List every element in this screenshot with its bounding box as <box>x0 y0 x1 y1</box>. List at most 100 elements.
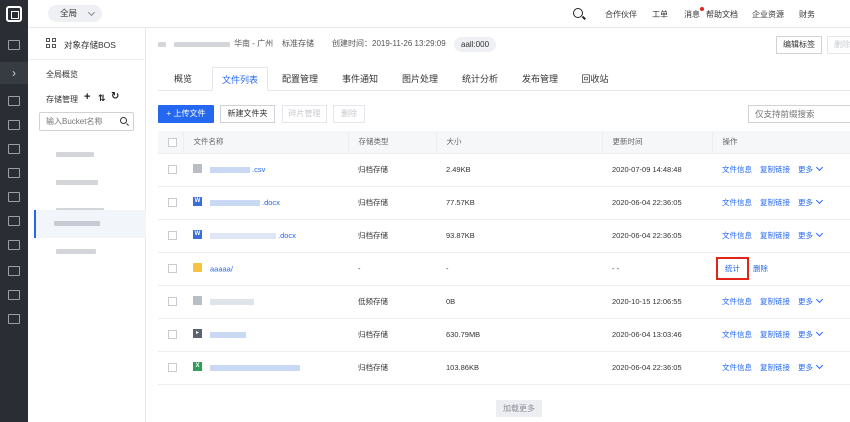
file-name-link[interactable]: .docx <box>210 231 296 240</box>
add-bucket-icon[interactable]: + <box>84 91 90 103</box>
more-menu[interactable]: 更多 <box>798 231 813 240</box>
storage-icon[interactable] <box>8 144 20 154</box>
nav-finance[interactable]: 财务 <box>799 9 815 20</box>
nav-partners[interactable]: 合作伙伴 <box>605 9 637 20</box>
nav-tickets[interactable]: 工单 <box>652 9 668 20</box>
chevron-down-icon[interactable] <box>815 295 824 304</box>
file-name-link[interactable]: .docx <box>210 198 280 207</box>
tab-file-list[interactable]: 文件列表 <box>212 67 268 91</box>
logo-icon[interactable] <box>6 6 22 22</box>
col-type: 存储类型 <box>348 131 437 154</box>
package-icon[interactable] <box>8 290 20 300</box>
nav-enterprise[interactable]: 企业资源 <box>752 9 784 20</box>
database-icon[interactable] <box>8 192 20 202</box>
row-checkbox[interactable] <box>168 165 177 175</box>
bucket-item[interactable] <box>34 169 146 197</box>
copy-link-link[interactable]: 复制链接 <box>760 363 790 372</box>
tab-config[interactable]: 配置管理 <box>272 67 328 91</box>
tab-publish[interactable]: 发布管理 <box>512 67 568 91</box>
sidebar-header: 对象存储BOS <box>28 28 146 60</box>
file-info-link[interactable]: 文件信息 <box>722 330 752 339</box>
storage-type: 归档存储 <box>348 351 436 385</box>
word-file-icon: W <box>193 197 202 207</box>
more-menu[interactable]: 更多 <box>798 297 813 306</box>
select-all-cell <box>158 131 184 154</box>
network-icon[interactable] <box>8 168 20 178</box>
more-menu[interactable]: 更多 <box>798 330 813 339</box>
refresh-icon[interactable]: ↻ <box>111 91 119 102</box>
file-search-box <box>748 105 850 123</box>
nav-help-docs[interactable]: 帮助文档 <box>706 9 738 20</box>
copy-link-link[interactable]: 复制链接 <box>760 297 790 306</box>
load-more-button[interactable]: 加载更多 <box>496 400 542 417</box>
file-info-link[interactable]: 文件信息 <box>722 363 752 372</box>
apps-grid-icon[interactable] <box>46 38 57 49</box>
more-menu[interactable]: 更多 <box>798 198 813 207</box>
new-folder-button[interactable]: 新建文件夹 <box>220 105 275 123</box>
chevron-down-icon[interactable] <box>815 361 824 370</box>
tab-image-processing[interactable]: 图片处理 <box>392 67 448 91</box>
table-row: ▸ 归档存储 630.79MB 2020-06-04 13:03:46 文件信息… <box>158 318 850 352</box>
grid-icon[interactable] <box>8 120 20 130</box>
copy-link-link[interactable]: 复制链接 <box>760 330 790 339</box>
row-checkbox[interactable] <box>168 363 177 373</box>
file-info-link[interactable]: 文件信息 <box>722 198 752 207</box>
nav-messages[interactable]: 消息 <box>684 9 700 20</box>
file-search-input[interactable] <box>749 106 850 122</box>
file-info-link[interactable]: 文件信息 <box>722 297 752 306</box>
media-icon[interactable] <box>8 314 20 324</box>
copy-link-link[interactable]: 复制链接 <box>760 165 790 174</box>
bucket-item-selected[interactable] <box>34 210 146 238</box>
row-checkbox[interactable] <box>168 264 177 274</box>
bucket-region: 华南 - 广州 <box>234 39 274 48</box>
upload-file-button[interactable]: + 上传文件 <box>158 105 214 123</box>
copy-link-link[interactable]: 复制链接 <box>760 231 790 240</box>
settings-icon[interactable] <box>8 240 20 250</box>
file-name-link[interactable] <box>210 297 256 306</box>
sort-icon[interactable]: ⇅ <box>98 93 106 104</box>
tab-statistics[interactable]: 统计分析 <box>452 67 508 91</box>
select-all-checkbox[interactable] <box>168 137 177 147</box>
file-name-link[interactable]: .csv <box>210 165 265 174</box>
stats-link[interactable]: 统计 <box>716 257 749 280</box>
row-checkbox[interactable] <box>168 198 177 208</box>
tab-recycle-bin[interactable]: 回收站 <box>572 67 618 91</box>
dashboard-icon[interactable] <box>8 40 20 50</box>
edit-tags-button[interactable]: 编辑标签 <box>776 36 822 54</box>
more-menu[interactable]: 更多 <box>798 165 813 174</box>
fragment-mgmt-button[interactable]: 碎片管理 <box>282 105 327 123</box>
folder-name-link[interactable]: aaaaa/ <box>210 264 233 273</box>
delete-bucket-button[interactable]: 删除 <box>827 36 850 54</box>
expand-nav-icon[interactable]: › <box>0 62 28 84</box>
file-info-link[interactable]: 文件信息 <box>722 231 752 240</box>
delete-folder-link[interactable]: 删除 <box>753 264 768 273</box>
tab-event-notify[interactable]: 事件通知 <box>332 67 388 91</box>
chevron-down-icon[interactable] <box>815 328 824 337</box>
bucket-search-input[interactable] <box>40 113 116 130</box>
chevron-down-icon[interactable] <box>815 229 824 238</box>
update-time: 2020-10-15 12:06:55 <box>602 285 712 319</box>
cdn-icon[interactable] <box>8 216 20 226</box>
bucket-item[interactable] <box>34 141 146 169</box>
delete-files-button[interactable]: 删除 <box>333 105 365 123</box>
file-info-link[interactable]: 文件信息 <box>722 165 752 174</box>
file-name-link[interactable] <box>210 363 302 372</box>
tab-overview[interactable]: 概览 <box>158 67 208 91</box>
search-icon[interactable] <box>573 8 583 18</box>
chevron-down-icon[interactable] <box>815 196 824 205</box>
region-selector[interactable]: 全局 <box>48 5 102 22</box>
word-file-icon: W <box>193 230 202 240</box>
sidebar-item-overview[interactable]: 全局概览 <box>46 69 78 80</box>
more-menu[interactable]: 更多 <box>798 363 813 372</box>
server-icon[interactable] <box>8 96 20 106</box>
storage-type: 归档存储 <box>348 186 436 220</box>
file-name-link[interactable] <box>210 330 248 339</box>
chevron-down-icon[interactable] <box>815 163 824 172</box>
row-checkbox[interactable] <box>168 231 177 241</box>
row-checkbox[interactable] <box>168 330 177 340</box>
copy-link-link[interactable]: 复制链接 <box>760 198 790 207</box>
search-icon[interactable] <box>120 117 127 124</box>
bucket-item[interactable] <box>34 238 146 266</box>
video-icon[interactable] <box>8 266 20 276</box>
row-checkbox[interactable] <box>168 297 177 307</box>
